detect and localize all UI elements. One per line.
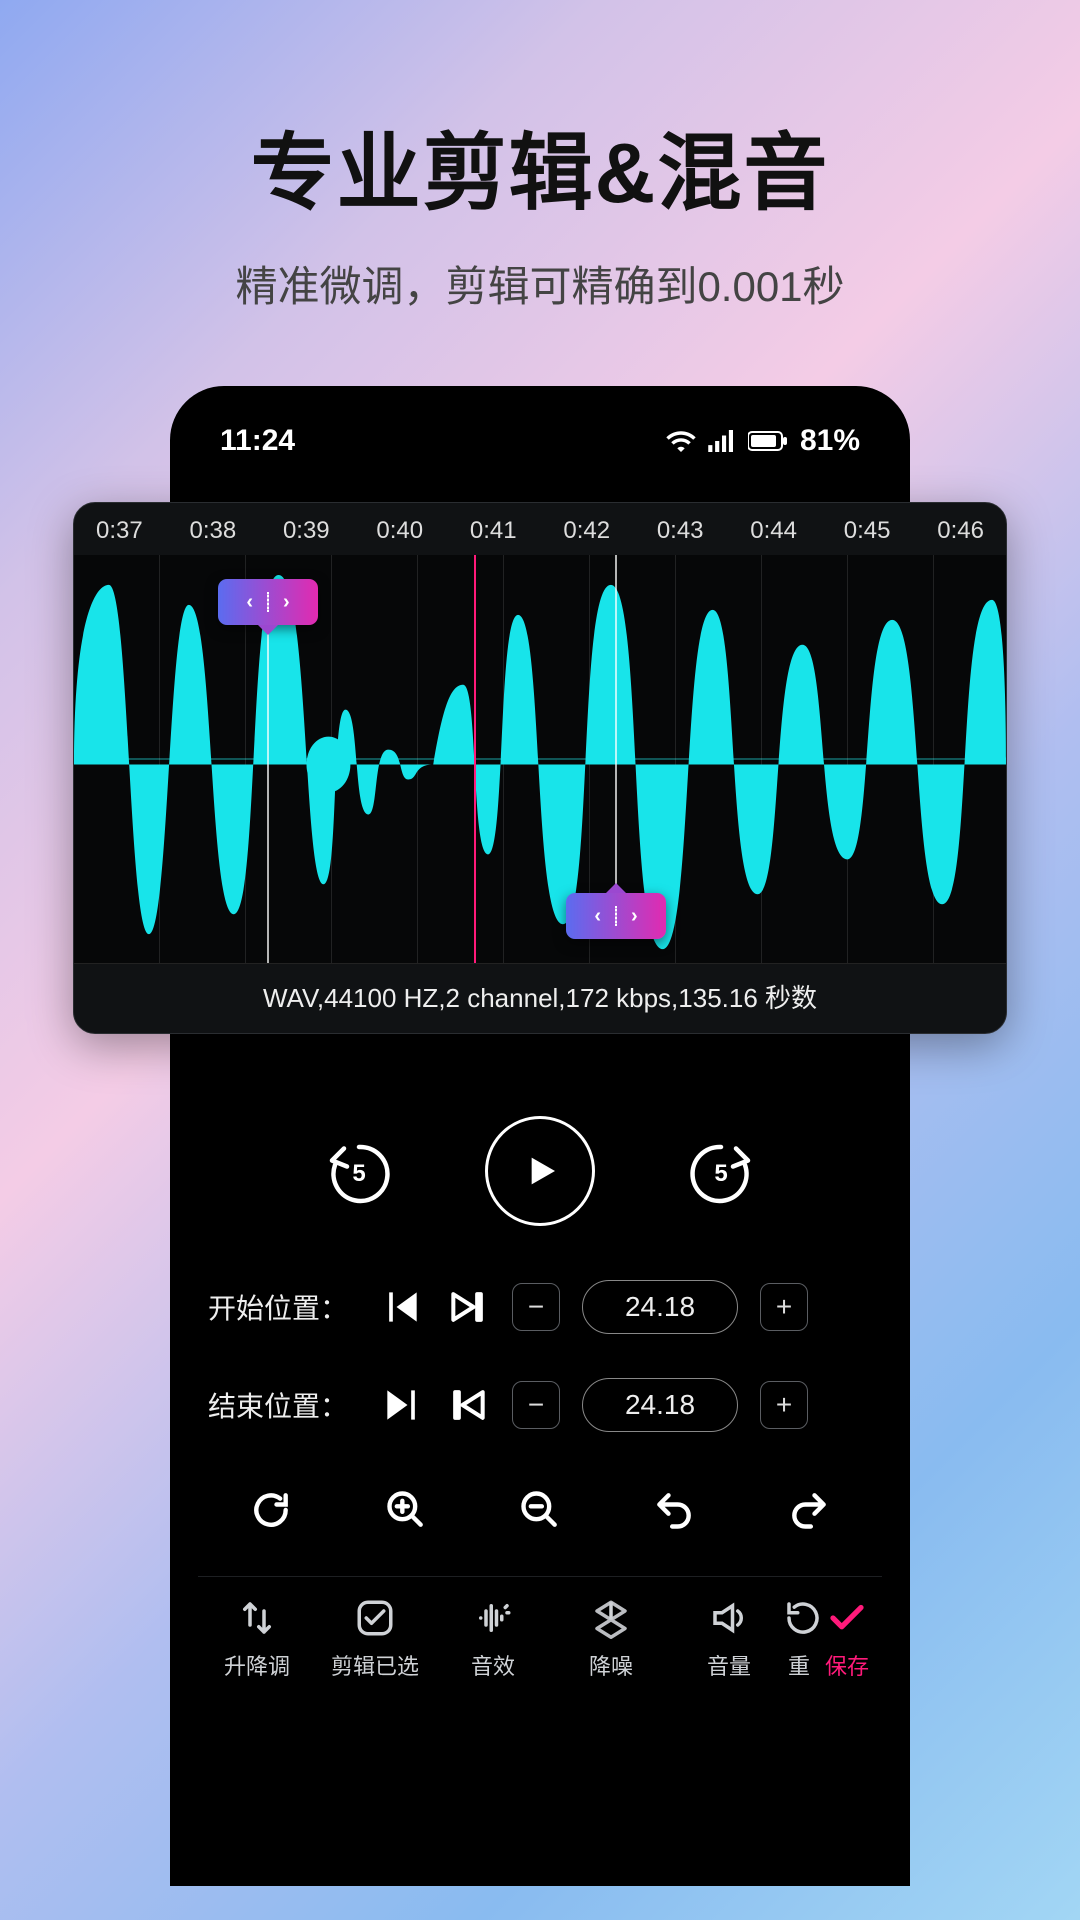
ruler-tick: 0:42 — [563, 517, 610, 545]
forward-5-button[interactable]: 5 — [685, 1135, 757, 1207]
phone-frame: 11:24 81% 0:37 0:38 0:39 0:40 0:41 0:42 … — [170, 386, 910, 1886]
selection-end-handle[interactable]: ‹ › — [566, 893, 666, 939]
status-time: 11:24 — [220, 424, 295, 458]
ruler-tick: 0:45 — [844, 517, 891, 545]
timeline-ruler: 0:37 0:38 0:39 0:40 0:41 0:42 0:43 0:44 … — [74, 503, 1006, 555]
transport-controls: 5 5 — [198, 1116, 882, 1226]
denoise-tab[interactable]: 降噪 — [552, 1597, 670, 1681]
ruler-tick: 0:46 — [937, 517, 984, 545]
trim-icon — [354, 1597, 396, 1639]
view-tools — [198, 1488, 882, 1532]
ruler-tick: 0:38 — [189, 517, 236, 545]
denoise-icon — [590, 1597, 632, 1639]
selection-end-line — [615, 555, 617, 893]
play-button[interactable] — [485, 1116, 595, 1226]
effects-tab[interactable]: 音效 — [434, 1597, 552, 1681]
start-position-row: 开始位置： − 24.18 + — [208, 1280, 872, 1334]
goto-start-button[interactable] — [380, 1285, 424, 1329]
ruler-tick: 0:39 — [283, 517, 330, 545]
play-icon — [520, 1151, 560, 1191]
end-position-row: 结束位置： − 24.18 + — [208, 1378, 872, 1432]
end-decrement-button[interactable]: − — [512, 1381, 560, 1429]
bottom-toolbar: 升降调 剪辑已选 音效 降噪 音量 重 保存 — [198, 1576, 882, 1681]
save-tab[interactable]: 保存 — [788, 1597, 882, 1681]
nudge-start-right-button[interactable] — [446, 1285, 490, 1329]
ruler-tick: 0:37 — [96, 517, 143, 545]
playhead[interactable] — [474, 555, 476, 963]
end-value[interactable]: 24.18 — [582, 1378, 738, 1432]
chevron-left-icon: ‹ — [246, 591, 253, 614]
battery-icon — [748, 431, 788, 451]
selection-start-handle[interactable]: ‹ › — [218, 579, 318, 625]
ruler-tick: 0:44 — [750, 517, 797, 545]
forward-seconds: 5 — [685, 1135, 757, 1207]
zoom-in-button[interactable] — [384, 1488, 428, 1532]
wifi-icon — [666, 430, 696, 452]
start-decrement-button[interactable]: − — [512, 1283, 560, 1331]
undo-button[interactable] — [652, 1488, 696, 1532]
selection-start-line — [267, 625, 269, 963]
ruler-tick: 0:43 — [657, 517, 704, 545]
chevron-right-icon: › — [631, 905, 638, 928]
waveform-graphic — [74, 555, 1006, 963]
end-label: 结束位置： — [208, 1385, 358, 1425]
volume-icon — [708, 1597, 750, 1639]
trim-tab[interactable]: 剪辑已选 — [316, 1597, 434, 1681]
audio-meta: WAV,44100 HZ,2 channel,172 kbps,135.16 秒… — [74, 963, 1006, 1033]
goto-end-button[interactable] — [380, 1383, 424, 1427]
effects-icon — [472, 1597, 514, 1639]
chevron-left-icon: ‹ — [594, 905, 601, 928]
volume-tab[interactable]: 音量 — [670, 1597, 788, 1681]
nudge-end-left-button[interactable] — [446, 1383, 490, 1427]
battery-percent: 81% — [800, 424, 860, 458]
pitch-tab[interactable]: 升降调 — [198, 1597, 316, 1681]
rewind-seconds: 5 — [323, 1135, 395, 1207]
status-bar: 11:24 81% — [198, 424, 882, 482]
refresh-button[interactable] — [249, 1488, 293, 1532]
ruler-tick: 0:40 — [376, 517, 423, 545]
ruler-tick: 0:41 — [470, 517, 517, 545]
waveform-panel: 0:37 0:38 0:39 0:40 0:41 0:42 0:43 0:44 … — [73, 502, 1007, 1034]
redo-button[interactable] — [787, 1488, 831, 1532]
check-icon — [826, 1597, 868, 1639]
signal-icon — [708, 430, 736, 452]
waveform-area[interactable]: ‹ › ‹ › — [74, 555, 1006, 963]
chevron-right-icon: › — [283, 591, 290, 614]
start-increment-button[interactable]: + — [760, 1283, 808, 1331]
pitch-icon — [236, 1597, 278, 1639]
start-value[interactable]: 24.18 — [582, 1280, 738, 1334]
rewind-5-button[interactable]: 5 — [323, 1135, 395, 1207]
zoom-out-button[interactable] — [518, 1488, 562, 1532]
page-subtitle: 精准微调，剪辑可精确到0.001秒 — [235, 253, 844, 314]
start-label: 开始位置： — [208, 1287, 358, 1327]
page-title: 专业剪辑&混音 — [235, 106, 844, 227]
end-increment-button[interactable]: + — [760, 1381, 808, 1429]
